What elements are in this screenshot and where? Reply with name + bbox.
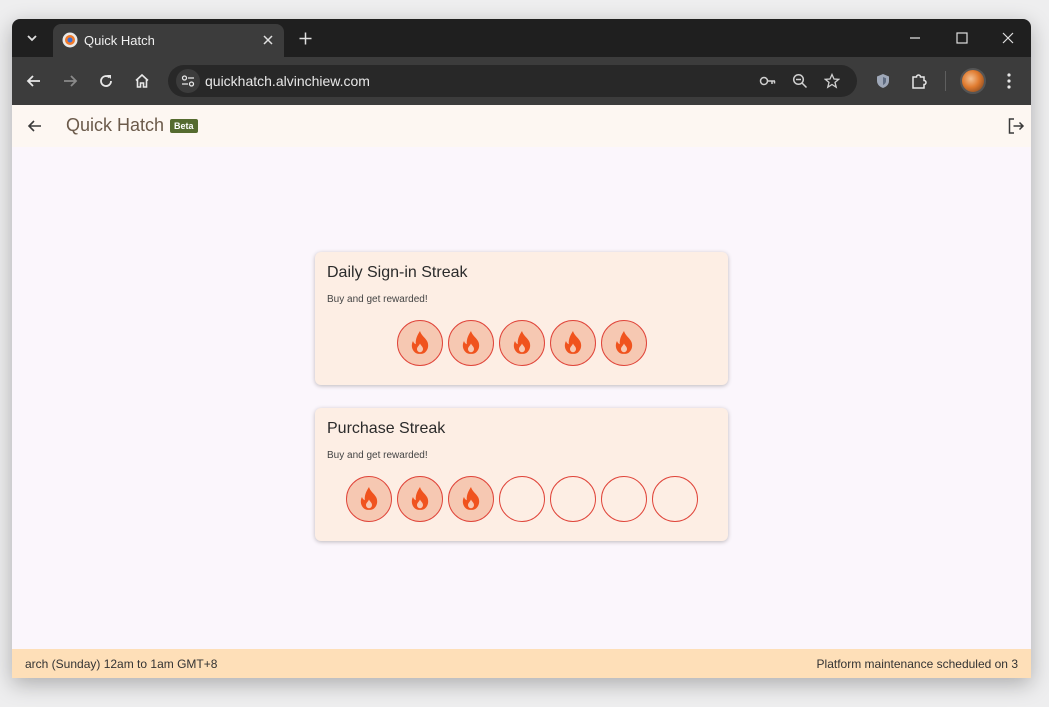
tune-icon [181,75,195,87]
home-icon [135,73,149,88]
reload-icon [100,75,112,87]
zoom-out-icon [792,73,808,89]
browser-tab[interactable]: Quick Hatch [53,24,284,57]
browser-menu-button[interactable] [997,69,1021,93]
streak-day-completed [498,320,545,366]
logout-icon [1008,118,1025,134]
fire-icon [411,331,428,354]
streak-day-completed [447,476,494,522]
shield-icon [877,74,889,88]
streak-day-completed [396,476,443,522]
shield-extension-button[interactable] [871,69,895,93]
streak-day-completed [600,320,647,366]
streak-row [315,476,728,522]
fire-icon [462,331,479,354]
arrow-back-icon [26,75,40,87]
card-title: Daily Sign-in Streak [327,264,468,281]
zoom-button[interactable] [790,71,810,91]
streak-day-completed [396,320,443,366]
new-tab-button[interactable] [294,27,316,49]
tab-close-button[interactable] [260,32,276,48]
streak-day-completed [447,320,494,366]
daily-signin-streak-card: Daily Sign-in Streak Buy and get rewarde… [315,252,728,385]
key-icon [759,76,776,86]
beta-badge: Beta [170,119,198,133]
streak-row [315,320,728,366]
chevron-down-icon [27,35,37,42]
streak-day-completed [549,320,596,366]
arrow-back-icon [27,120,41,132]
back-button[interactable] [22,69,46,93]
fire-icon [360,487,377,510]
bookmark-button[interactable] [822,71,842,91]
fire-icon [513,331,530,354]
window-close-button[interactable] [996,27,1020,49]
close-icon [263,35,273,45]
forward-button[interactable] [58,69,82,93]
more-vert-icon [1007,73,1011,89]
streak-day-empty [651,476,698,522]
address-bar[interactable]: quickhatch.alvinchiew.com [168,65,857,97]
purchase-streak-card: Purchase Streak Buy and get rewarded! [315,408,728,541]
arrow-forward-icon [64,75,78,87]
app-header: Quick Hatch Beta [12,105,1031,147]
minimize-icon [910,37,920,39]
tab-search-button[interactable] [20,27,44,49]
main-content: Daily Sign-in Streak Buy and get rewarde… [12,147,1031,649]
extensions-button[interactable] [907,69,931,93]
site-info-button[interactable] [176,69,200,93]
maintenance-banner: arch (Sunday) 12am to 1am GMT+8 Platform… [12,649,1031,678]
streak-day-empty [549,476,596,522]
star-icon [824,73,840,89]
puzzle-icon [912,74,927,89]
app-back-button[interactable] [23,114,47,138]
fire-icon [462,487,479,510]
profile-avatar[interactable] [960,68,986,94]
reload-button[interactable] [94,69,118,93]
streak-day-completed [345,476,392,522]
fire-icon [564,331,581,354]
fire-icon [615,331,632,354]
home-button[interactable] [130,69,154,93]
fire-icon [411,487,428,510]
card-subtitle: Buy and get rewarded! [327,294,428,305]
password-key-button[interactable] [758,71,778,91]
logout-button[interactable] [1004,114,1028,138]
tab-title: Quick Hatch [84,33,155,48]
banner-text-right: Platform maintenance scheduled on 3 [816,657,1018,671]
close-icon [1002,32,1014,44]
banner-text-left: arch (Sunday) 12am to 1am GMT+8 [25,657,218,671]
streak-day-empty [498,476,545,522]
plus-icon [299,32,311,44]
toolbar-divider [945,71,946,91]
browser-toolbar: quickhatch.alvinchiew.com [12,57,1031,105]
browser-window: Quick Hatch quickhatch.alvinchiew.com Qu… [12,19,1031,678]
card-title: Purchase Streak [327,420,446,437]
streak-day-empty [600,476,647,522]
maximize-button[interactable] [950,27,974,49]
maximize-icon [956,32,968,44]
favicon-icon [62,32,78,48]
url-text: quickhatch.alvinchiew.com [205,73,370,89]
card-subtitle: Buy and get rewarded! [327,450,428,461]
tab-strip: Quick Hatch [12,19,1031,57]
minimize-button[interactable] [903,27,927,49]
app-title: Quick Hatch [66,115,165,135]
